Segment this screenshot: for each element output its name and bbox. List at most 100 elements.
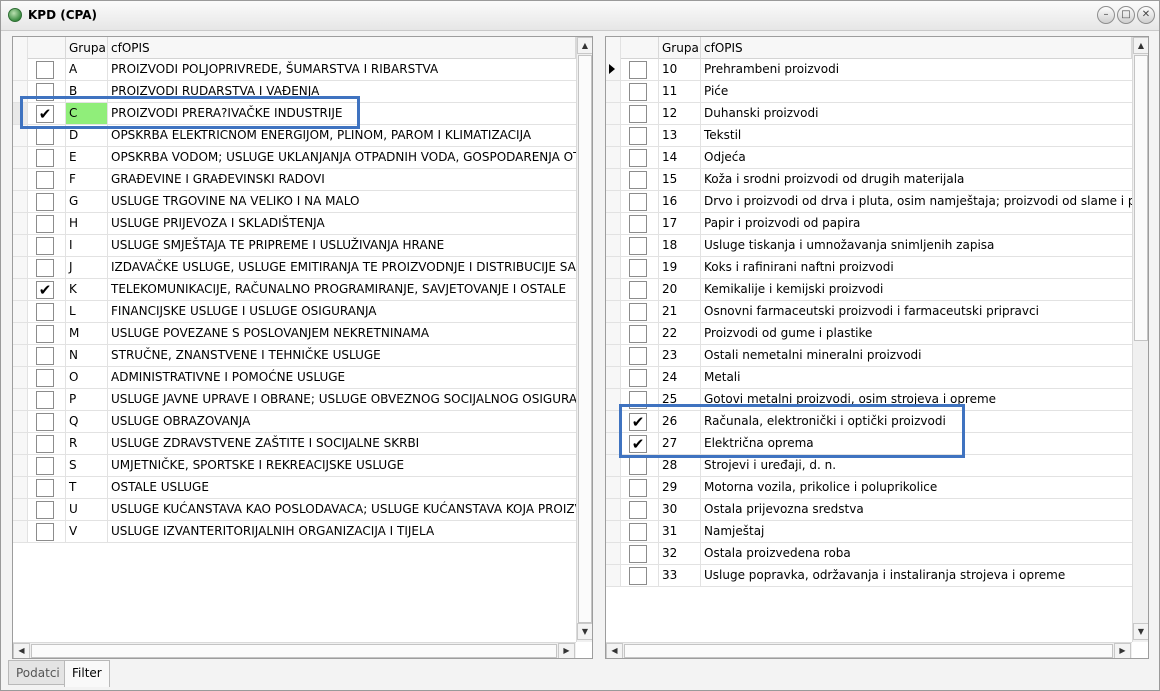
- row-checkbox[interactable]: [629, 347, 647, 365]
- opis-cell[interactable]: USLUGE OBRAZOVANJA: [108, 411, 576, 432]
- grupa-cell[interactable]: 26: [659, 411, 701, 432]
- grupa-cell[interactable]: 33: [659, 565, 701, 586]
- table-row[interactable]: I USLUGE SMJEŠTAJA TE PRIPREME I USLUŽIVA…: [13, 235, 576, 257]
- opis-cell[interactable]: USLUGE TRGOVINE NA VELIKO I NA MALO: [108, 191, 576, 212]
- grupa-cell[interactable]: F: [66, 169, 108, 190]
- row-indicator[interactable]: [606, 103, 621, 124]
- row-indicator[interactable]: [13, 191, 28, 212]
- row-indicator[interactable]: [13, 279, 28, 300]
- opis-cell[interactable]: PROIZVODI RUDARSTVA I VAĐENJA: [108, 81, 576, 102]
- opis-cell[interactable]: Metali: [701, 367, 1132, 388]
- table-row[interactable]: ✔ 26 Računala, elektronički i optički proi…: [606, 411, 1132, 433]
- row-checkbox[interactable]: [36, 61, 54, 79]
- scroll-left-button[interactable]: ◀: [13, 643, 30, 658]
- table-row[interactable]: N STRUČNE, ZNANSTVENE I TEHNIČKE USLUGE: [13, 345, 576, 367]
- table-row[interactable]: Q USLUGE OBRAZOVANJA: [13, 411, 576, 433]
- row-indicator[interactable]: [13, 411, 28, 432]
- left-vertical-scrollbar[interactable]: ▲ ▼: [576, 37, 592, 642]
- table-row[interactable]: B PROIZVODI RUDARSTVA I VAĐENJA: [13, 81, 576, 103]
- row-indicator[interactable]: [13, 59, 28, 80]
- row-checkbox[interactable]: [629, 215, 647, 233]
- scroll-thumb[interactable]: [624, 644, 1113, 658]
- row-checkbox[interactable]: [36, 369, 54, 387]
- right-vertical-scrollbar[interactable]: ▲ ▼: [1132, 37, 1148, 642]
- right-grid[interactable]: Grupa cfOPIS 10 Prehrambeni proizvodi 11 Pi…: [605, 36, 1149, 659]
- scroll-left-button[interactable]: ◀: [606, 643, 623, 658]
- opis-cell[interactable]: Odjeća: [701, 147, 1132, 168]
- opis-cell[interactable]: USLUGE KUĆANSTAVA KAO POSLODAVACA; USLUG…: [108, 499, 576, 520]
- opis-cell[interactable]: Ostala proizvedena roba: [701, 543, 1132, 564]
- row-checkbox[interactable]: [629, 193, 647, 211]
- opis-column-header[interactable]: cfOPIS: [701, 37, 1132, 59]
- table-row[interactable]: 33 Usluge popravka, održavanja i instalir…: [606, 565, 1132, 587]
- row-indicator[interactable]: [606, 323, 621, 344]
- row-indicator[interactable]: [13, 169, 28, 190]
- scroll-down-button[interactable]: ▼: [1133, 623, 1148, 640]
- row-checkbox[interactable]: [629, 457, 647, 475]
- row-checkbox[interactable]: [629, 479, 647, 497]
- grupa-cell[interactable]: 24: [659, 367, 701, 388]
- row-checkbox[interactable]: [629, 237, 647, 255]
- table-row[interactable]: 24 Metali: [606, 367, 1132, 389]
- row-indicator[interactable]: [606, 235, 621, 256]
- scroll-right-button[interactable]: ▶: [558, 643, 575, 658]
- row-checkbox[interactable]: [36, 237, 54, 255]
- table-row[interactable]: 11 Piće: [606, 81, 1132, 103]
- grupa-cell[interactable]: B: [66, 81, 108, 102]
- grupa-cell[interactable]: 17: [659, 213, 701, 234]
- opis-cell[interactable]: IZDAVAČKE USLUGE, USLUGE EMITIRANJA TE P…: [108, 257, 576, 278]
- table-row[interactable]: 18 Usluge tiskanja i umnožavanja snimljen…: [606, 235, 1132, 257]
- grupa-cell[interactable]: M: [66, 323, 108, 344]
- grupa-column-header[interactable]: Grupa: [659, 37, 701, 59]
- row-checkbox[interactable]: [36, 501, 54, 519]
- row-checkbox[interactable]: [36, 171, 54, 189]
- row-indicator[interactable]: [606, 125, 621, 146]
- scroll-thumb[interactable]: [31, 644, 557, 658]
- row-checkbox[interactable]: [629, 391, 647, 409]
- left-horizontal-scrollbar[interactable]: ◀ ▶: [13, 642, 576, 658]
- row-checkbox[interactable]: [36, 523, 54, 541]
- opis-cell[interactable]: FINANCIJSKE USLUGE I USLUGE OSIGURANJA: [108, 301, 576, 322]
- table-row[interactable]: 30 Ostala prijevozna sredstva: [606, 499, 1132, 521]
- grupa-cell[interactable]: 25: [659, 389, 701, 410]
- grupa-cell[interactable]: H: [66, 213, 108, 234]
- grupa-cell[interactable]: 27: [659, 433, 701, 454]
- row-indicator[interactable]: [606, 565, 621, 586]
- opis-cell[interactable]: STRUČNE, ZNANSTVENE I TEHNIČKE USLUGE: [108, 345, 576, 366]
- maximize-button[interactable]: □: [1117, 6, 1135, 24]
- opis-cell[interactable]: Gotovi metalni proizvodi, osim strojeva …: [701, 389, 1132, 410]
- opis-cell[interactable]: USLUGE PRIJEVOZA I SKLADIŠTENJA: [108, 213, 576, 234]
- grupa-cell[interactable]: 20: [659, 279, 701, 300]
- row-checkbox[interactable]: [36, 83, 54, 101]
- row-checkbox[interactable]: [629, 325, 647, 343]
- row-indicator[interactable]: [606, 367, 621, 388]
- opis-cell[interactable]: Drvo i proizvodi od drva i pluta, osim n…: [701, 191, 1132, 212]
- row-indicator[interactable]: [13, 103, 28, 124]
- table-row[interactable]: 20 Kemikalije i kemijski proizvodi: [606, 279, 1132, 301]
- row-checkbox[interactable]: [36, 413, 54, 431]
- opis-cell[interactable]: Usluge popravka, održavanja i instaliran…: [701, 565, 1132, 586]
- right-horizontal-scrollbar[interactable]: ◀ ▶: [606, 642, 1132, 658]
- opis-cell[interactable]: Motorna vozila, prikolice i poluprikolic…: [701, 477, 1132, 498]
- row-indicator[interactable]: [606, 301, 621, 322]
- grupa-cell[interactable]: A: [66, 59, 108, 80]
- row-indicator[interactable]: [13, 125, 28, 146]
- opis-cell[interactable]: USLUGE ZDRAVSTVENE ZAŠTITE I SOCIJALNE S…: [108, 433, 576, 454]
- table-row[interactable]: 21 Osnovni farmaceutski proizvodi i farma…: [606, 301, 1132, 323]
- row-checkbox[interactable]: [629, 61, 647, 79]
- row-checkbox[interactable]: ✔: [629, 435, 647, 453]
- row-checkbox[interactable]: [36, 457, 54, 475]
- check-column-header[interactable]: [28, 37, 66, 59]
- table-row[interactable]: 32 Ostala proizvedena roba: [606, 543, 1132, 565]
- grupa-cell[interactable]: C: [66, 103, 108, 124]
- row-indicator[interactable]: [606, 543, 621, 564]
- opis-cell[interactable]: ADMINISTRATIVNE I POMOĆNE USLUGE: [108, 367, 576, 388]
- grupa-cell[interactable]: 19: [659, 257, 701, 278]
- opis-cell[interactable]: Koža i srodni proizvodi od drugih materi…: [701, 169, 1132, 190]
- grupa-cell[interactable]: L: [66, 301, 108, 322]
- opis-cell[interactable]: TELEKOMUNIKACIJE, RAČUNALNO PROGRAMIRANJ…: [108, 279, 576, 300]
- row-indicator[interactable]: [606, 81, 621, 102]
- row-checkbox[interactable]: [629, 149, 647, 167]
- opis-cell[interactable]: PROIZVODI POLJOPRIVREDE, ŠUMARSTVA I RIB…: [108, 59, 576, 80]
- table-row[interactable]: P USLUGE JAVNE UPRAVE I OBRANE; USLUGE OB…: [13, 389, 576, 411]
